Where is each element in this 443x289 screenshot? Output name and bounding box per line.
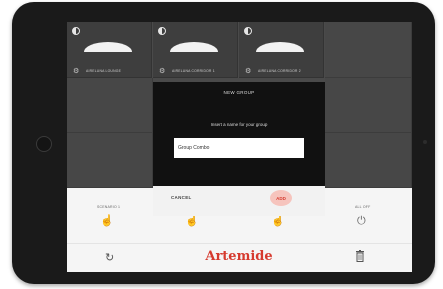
refresh-icon[interactable]: ↻ [105,251,114,264]
footer: ↻ Artemide [67,243,412,272]
add-button[interactable]: ADD [270,190,292,206]
gear-icon[interactable]: ⚙ [73,68,79,75]
gear-icon[interactable]: ⚙ [159,68,165,75]
gear-icon[interactable]: ⚙ [245,68,251,75]
lamp-tile[interactable]: ⚙ AIRELUNA CORRIDOR 2 [239,22,324,78]
cancel-button[interactable]: CANCEL [171,195,192,200]
brightness-icon[interactable] [158,27,166,35]
dialog-subtitle: Insert a name for your group [210,122,268,127]
empty-slot[interactable] [67,78,153,133]
power-icon[interactable]: ⏻ [357,216,366,227]
home-button[interactable] [36,136,52,152]
lamp-tile[interactable]: ⚙ AIRELUNA CORRIDOR 1 [153,22,238,78]
scene-hand-icon[interactable]: ☝ [271,216,285,227]
empty-slot[interactable] [325,133,412,188]
lamp-tile[interactable]: ⚙ AIRELUNA LOUNGE [67,22,152,78]
group-name-input[interactable] [174,138,304,158]
trash-icon[interactable] [355,250,365,262]
scene-hand-icon[interactable]: ☝ [185,216,199,227]
lamp-name: AIRELUNA CORRIDOR 2 [258,69,301,73]
new-group-dialog: NEW GROUP Insert a name for your group C… [153,82,325,216]
scenario-label: SCENARIO 1 [97,205,121,209]
brand-logo: Artemide [205,249,273,264]
empty-slot[interactable] [67,133,153,188]
brightness-icon[interactable] [72,27,80,35]
lamp-name: AIRELUNA LOUNGE [86,69,122,73]
all-off-label: ALL OFF [355,205,371,209]
brightness-icon[interactable] [244,27,252,35]
dialog-title: NEW GROUP [223,90,255,95]
camera-sensor [423,140,427,144]
lamp-icon [170,42,218,52]
empty-slot[interactable] [325,78,412,133]
scene-hand-icon[interactable]: ☝ [100,216,114,227]
lamp-icon [84,42,132,52]
dialog-actions: CANCEL ADD [153,186,325,216]
empty-slot[interactable] [325,22,412,78]
lamp-icon [256,42,304,52]
lamp-name: AIRELUNA CORRIDOR 1 [172,69,215,73]
tablet-frame: ⚙ AIRELUNA LOUNGE ⚙ AIRELUNA CORRIDOR 1 … [12,2,435,284]
app-screen: ⚙ AIRELUNA LOUNGE ⚙ AIRELUNA CORRIDOR 1 … [67,22,412,272]
